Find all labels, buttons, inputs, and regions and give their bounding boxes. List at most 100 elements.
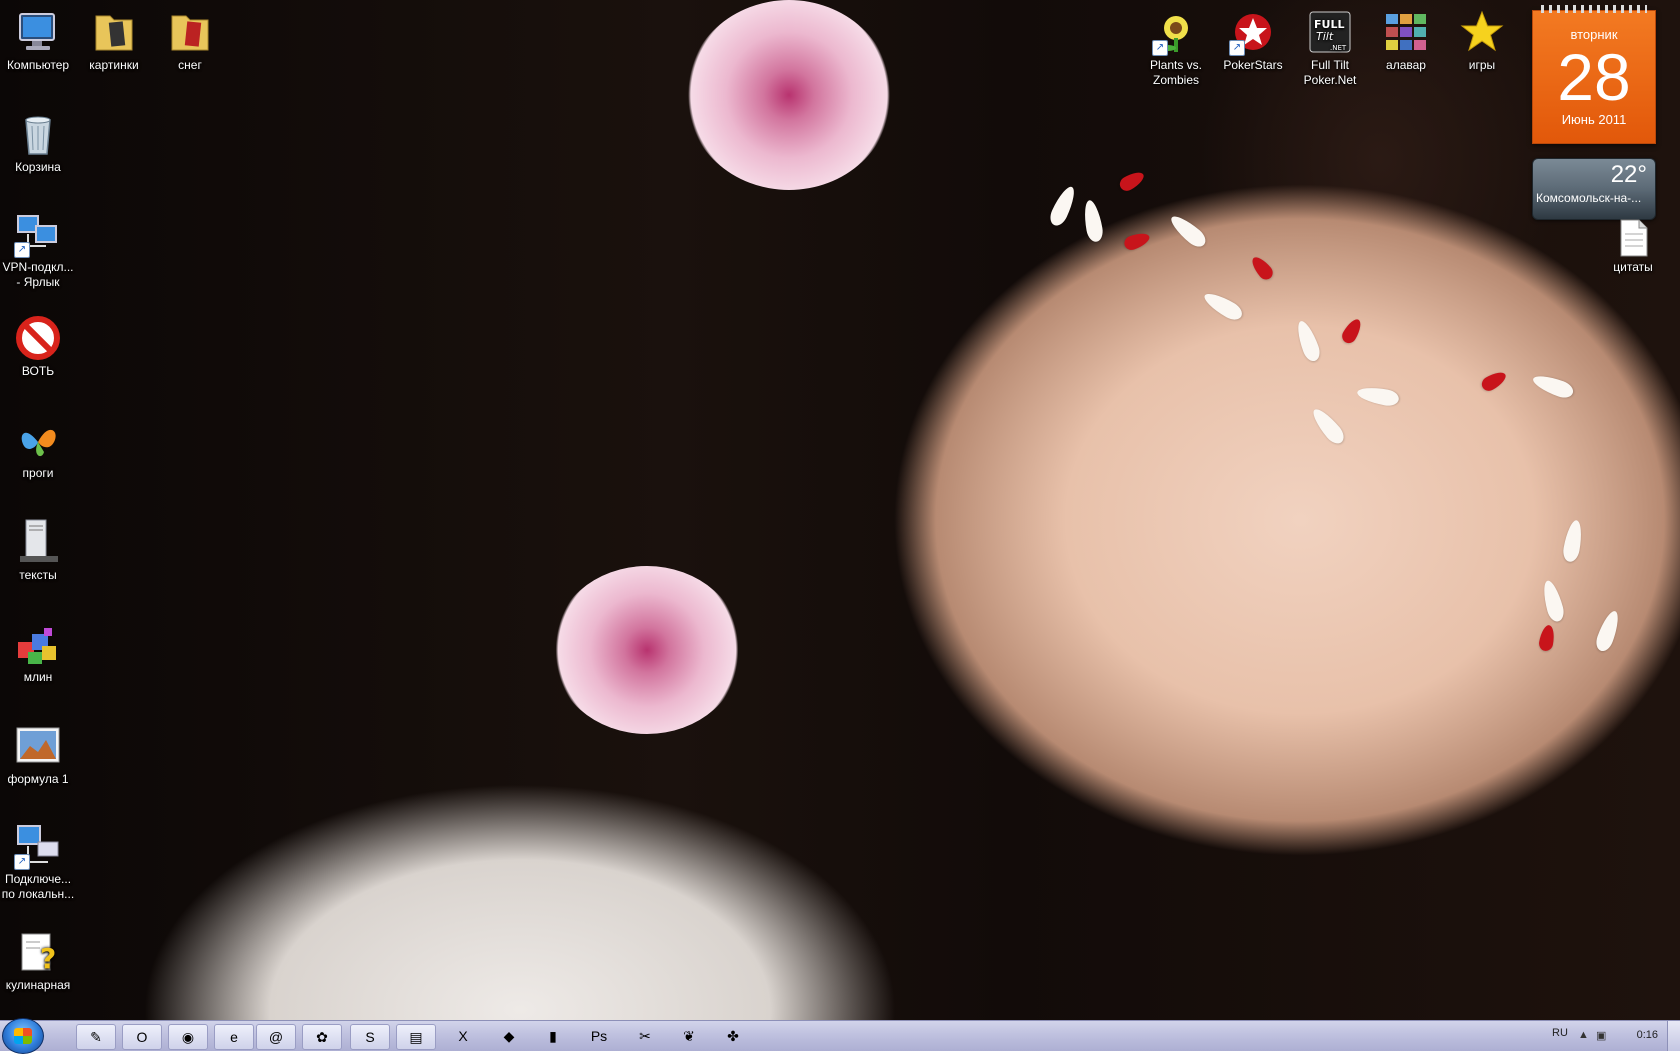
desktop-icon-alawar[interactable]: алавар: [1368, 8, 1444, 73]
desktop-icon-lan[interactable]: ↗ Подключе... по локальн...: [0, 822, 76, 902]
star-icon: [1458, 8, 1506, 56]
desktop-icon-label: Plants vs. Zombies: [1149, 58, 1203, 87]
show-desktop-button[interactable]: [1667, 1021, 1680, 1051]
taskbar-button-internet-explorer[interactable]: e: [214, 1024, 254, 1050]
taskbar-button-photoshop[interactable]: Ps: [580, 1024, 618, 1048]
desktop-icon-full-tilt-poker[interactable]: FULL Tilt .NET Full Tilt Poker.Net: [1292, 8, 1368, 88]
tool-icon: ✂: [639, 1027, 651, 1044]
pokerstars-icon: ↗: [1229, 8, 1277, 56]
taskbar-button-notepad[interactable]: ▤: [396, 1024, 436, 1050]
taskbar-button-pencil[interactable]: ✎: [76, 1024, 116, 1050]
games-icon: ◆: [503, 1027, 515, 1044]
skype-icon: S: [365, 1029, 375, 1045]
weather-temperature: 22°: [1610, 161, 1647, 188]
svg-text:?: ?: [40, 942, 56, 975]
system-tray: RU ▲ ▣ 0:16: [1480, 1021, 1680, 1051]
desktop-icon-label: тексты: [19, 568, 57, 582]
start-button[interactable]: [2, 1018, 44, 1054]
desktop-icon-sneg[interactable]: снег: [152, 8, 228, 73]
language-indicator[interactable]: RU: [1552, 1027, 1568, 1039]
desktop-icon-label: проги: [22, 466, 54, 480]
recycle-bin-icon: [14, 110, 62, 158]
taskbar-button-tool[interactable]: ✂: [626, 1024, 664, 1048]
film-icon: ▮: [549, 1027, 557, 1044]
weather-gadget[interactable]: 22° Комсомольск-на-...: [1532, 158, 1656, 220]
full-tilt-poker-icon: FULL Tilt .NET: [1306, 8, 1354, 56]
desktop-icon-formula1[interactable]: формула 1: [0, 722, 76, 787]
taskbar-button-opera[interactable]: O: [122, 1024, 162, 1050]
shortcut-arrow-icon: ↗: [1229, 40, 1245, 56]
calendar-rings: [1541, 5, 1647, 13]
taskbar-button-skype[interactable]: S: [350, 1024, 390, 1050]
firefox-icon: ◉: [181, 1028, 195, 1045]
desktop-icon-vpn[interactable]: ↗ VPN-подкл... - Ярлык: [0, 210, 76, 290]
taskbar-button-excel[interactable]: X: [444, 1024, 482, 1048]
server-icon: [14, 518, 62, 566]
photoshop-icon: Ps: [590, 1028, 608, 1044]
shortcut-arrow-icon: ↗: [14, 242, 30, 258]
desktop-icon-plants-vs-zombies[interactable]: ↗ Plants vs. Zombies: [1138, 8, 1214, 88]
calendar-day: 28: [1557, 40, 1631, 114]
desktop-icon-label: кулинарная: [5, 978, 71, 992]
desktop-wallpaper: [0, 0, 1680, 1020]
network-tray-icon[interactable]: ▣: [1596, 1029, 1606, 1042]
wallpaper-flower: [552, 566, 742, 734]
network-connection-icon: ↗: [14, 210, 62, 258]
taskbar-button-utility[interactable]: ✤: [714, 1024, 752, 1048]
desktop-icon-teksty[interactable]: тексты: [0, 518, 76, 583]
no-sign-icon: [14, 314, 62, 362]
desktop-icon-label: алавар: [1386, 58, 1426, 72]
folder-icon: [166, 8, 214, 56]
calendar-gadget[interactable]: вторник 28 Июнь 2011: [1532, 5, 1656, 144]
svg-text:.NET: .NET: [1330, 44, 1347, 52]
weather-city: Комсомольск-на-...: [1536, 191, 1642, 205]
alawar-icon: [1382, 8, 1430, 56]
shortcut-arrow-icon: ↗: [1152, 40, 1168, 56]
desktop-icon-kulinarnaya[interactable]: ? кулинарная: [0, 928, 76, 993]
plants-vs-zombies-icon: ↗: [1152, 8, 1200, 56]
calendar-month: Июнь 2011: [1561, 112, 1627, 127]
help-document-icon: ?: [14, 928, 62, 976]
utility-icon: ✤: [727, 1027, 739, 1044]
msn-butterfly-icon: [14, 416, 62, 464]
taskbar-button-film[interactable]: ▮: [534, 1024, 572, 1048]
taskbar-button-games[interactable]: ◆: [490, 1024, 528, 1048]
taskbar-button-firefox[interactable]: ◉: [168, 1024, 208, 1050]
desktop-icon-citaty[interactable]: цитаты: [1595, 218, 1671, 275]
desktop-icon-progi[interactable]: проги: [0, 416, 76, 481]
computer-icon: [14, 8, 62, 56]
taskbar: ✎ O ◉ e @ ✿ S ▤ X ◆ ▮ Ps ✂ ❦ ✤ RU ▲ ▣ 0:16: [0, 1018, 1680, 1054]
desktop-icon-label: картинки: [89, 58, 139, 72]
notepad-icon: ▤: [409, 1028, 423, 1045]
desktop-icon-label: Full Tilt Poker.Net: [1303, 58, 1357, 87]
desktop-icon-kartinki[interactable]: картинки: [76, 8, 152, 73]
excel-icon: X: [458, 1028, 468, 1044]
desktop-icon-label: VPN-подкл... - Ярлык: [2, 260, 74, 289]
butterfly-icon: ❦: [683, 1027, 695, 1044]
desktop-icon-label: цитаты: [1613, 260, 1653, 274]
tray-clock[interactable]: 0:16: [1637, 1029, 1658, 1041]
desktop-icon-label: млин: [23, 670, 53, 684]
desktop-icon-recycle-bin[interactable]: Корзина: [0, 110, 76, 175]
desktop-icon-igry[interactable]: игры: [1444, 8, 1520, 73]
pencil-icon: ✎: [90, 1028, 102, 1045]
mail-agent-icon: @: [268, 1029, 284, 1045]
desktop-icon-label: формула 1: [7, 772, 69, 786]
taskbar-button-icq[interactable]: ✿: [302, 1024, 342, 1050]
desktop-icon-label: Подключе... по локальн...: [1, 872, 75, 901]
desktop-icon-label: снег: [178, 58, 202, 72]
svg-text:Tilt: Tilt: [1316, 30, 1334, 43]
folder-icon: [90, 8, 138, 56]
wallpaper-flower: [686, 0, 892, 190]
desktop-icon-pokerstars[interactable]: ↗ PokerStars: [1215, 8, 1291, 73]
desktop-icon-computer[interactable]: Компьютер: [0, 8, 76, 73]
text-document-icon: [1613, 218, 1653, 258]
desktop-icon-mlin[interactable]: млин: [0, 620, 76, 685]
taskbar-button-butterfly[interactable]: ❦: [670, 1024, 708, 1048]
desktop-icon-vot[interactable]: ВОТЬ: [0, 314, 76, 379]
taskbar-button-mail-agent[interactable]: @: [256, 1024, 296, 1050]
shortcut-arrow-icon: ↗: [14, 854, 30, 870]
icq-icon: ✿: [316, 1028, 328, 1045]
tray-expand-icon[interactable]: ▲: [1578, 1029, 1589, 1041]
internet-explorer-icon: e: [230, 1029, 238, 1045]
